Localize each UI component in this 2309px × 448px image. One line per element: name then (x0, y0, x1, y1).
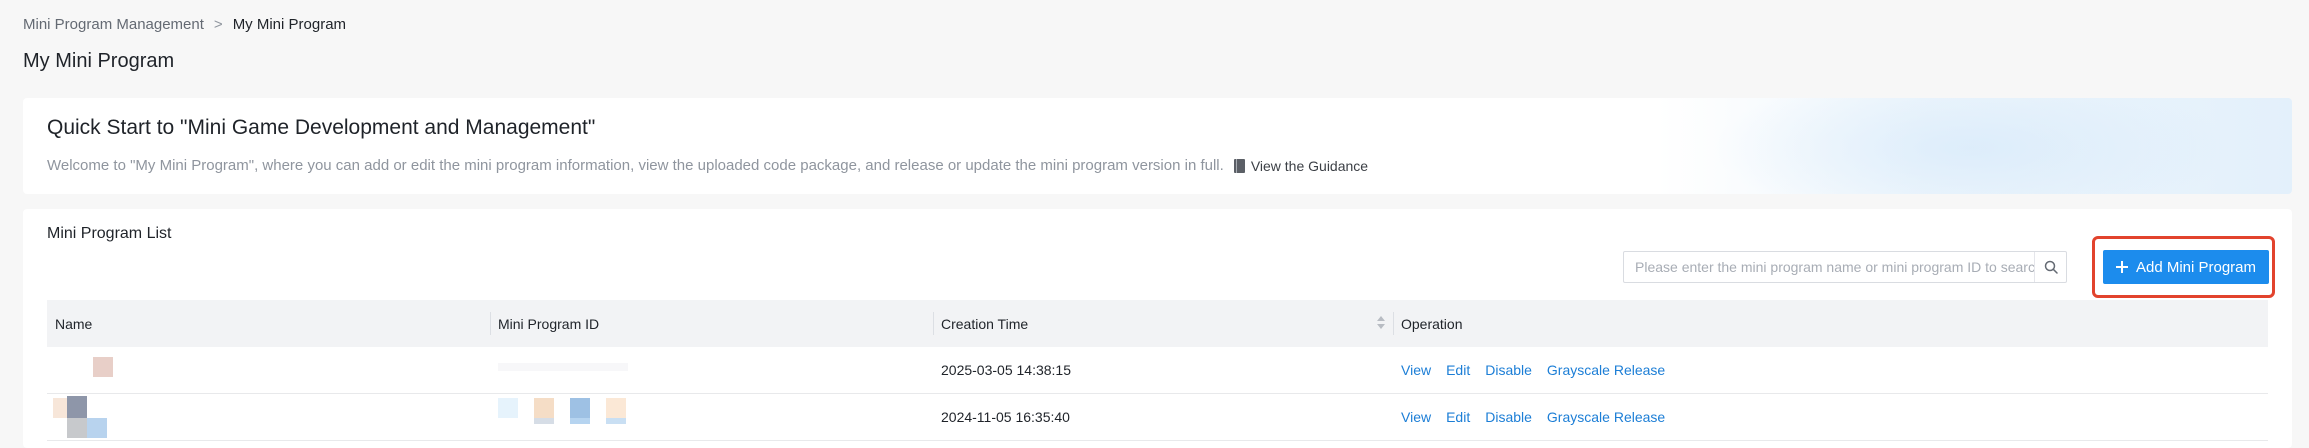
page-title: My Mini Program (23, 50, 175, 72)
plus-icon (2115, 261, 2128, 273)
table-row: 2024-11-05 16:35:40 View Edit Disable Gr… (47, 394, 2268, 441)
breadcrumb-separator: > (213, 15, 223, 33)
redacted-id (570, 418, 590, 424)
grayscale-release-link[interactable]: Grayscale Release (1547, 409, 1665, 425)
breadcrumb-current: My Mini Program (232, 15, 347, 33)
banner-decoration (1712, 98, 2232, 194)
breadcrumb: Mini Program Management > My Mini Progra… (23, 14, 346, 34)
quick-start-title: Quick Start to "Mini Game Development an… (47, 116, 596, 139)
redacted-name (67, 418, 87, 438)
redacted-id (534, 398, 554, 418)
book-icon (1233, 158, 1245, 173)
column-header-id-label: Mini Program ID (498, 315, 600, 332)
sort-icon[interactable] (1377, 316, 1385, 330)
column-header-name-label: Name (55, 315, 93, 332)
column-header-name: Name (47, 300, 490, 347)
column-header-creation-time-label: Creation Time (941, 315, 1029, 332)
redacted-name (53, 398, 67, 418)
grayscale-release-link[interactable]: Grayscale Release (1547, 362, 1665, 378)
list-title: Mini Program List (47, 225, 172, 242)
redacted-name (87, 418, 107, 438)
column-header-creation-time[interactable]: Creation Time (933, 300, 1393, 347)
redacted-id (606, 398, 626, 418)
redacted-id (498, 363, 628, 371)
breadcrumb-parent-link[interactable]: Mini Program Management (23, 16, 204, 33)
redacted-name (67, 396, 87, 418)
row-id-cell (490, 347, 933, 393)
column-header-operation-label: Operation (1401, 315, 1463, 332)
redacted-id (534, 418, 554, 424)
table-row: 2025-03-05 14:38:15 View Edit Disable Gr… (47, 347, 2268, 394)
mini-program-list-card: Mini Program List Add Mini Program Name … (23, 209, 2292, 448)
row-operations: View Edit Disable Grayscale Release (1393, 394, 2268, 440)
mini-program-table: Name Mini Program ID Creation Time Opera… (47, 300, 2268, 441)
redacted-id (570, 398, 590, 418)
view-guidance-link[interactable]: View the Guidance (1251, 158, 1368, 174)
disable-link[interactable]: Disable (1485, 362, 1532, 378)
edit-link[interactable]: Edit (1446, 409, 1470, 425)
creation-time-text: 2025-03-05 14:38:15 (941, 362, 1071, 378)
edit-link[interactable]: Edit (1446, 362, 1470, 378)
redacted-name (93, 357, 113, 377)
search-input[interactable] (1624, 252, 2034, 282)
row-creation-time: 2025-03-05 14:38:15 (933, 347, 1393, 393)
view-link[interactable]: View (1401, 362, 1431, 378)
add-mini-program-button[interactable]: Add Mini Program (2103, 250, 2269, 284)
add-mini-program-label: Add Mini Program (2135, 258, 2257, 276)
column-header-id: Mini Program ID (490, 300, 933, 347)
row-creation-time: 2024-11-05 16:35:40 (933, 394, 1393, 440)
table-header: Name Mini Program ID Creation Time Opera… (47, 300, 2268, 347)
redacted-id (498, 398, 518, 418)
search-icon[interactable] (2034, 252, 2066, 282)
row-name-cell (47, 394, 490, 440)
quick-start-description-text: Welcome to "My Mini Program", where you … (47, 157, 1224, 174)
column-header-operation: Operation (1393, 300, 2268, 347)
search-box (1623, 251, 2067, 283)
view-link[interactable]: View (1401, 409, 1431, 425)
row-name-cell (47, 347, 490, 393)
row-operations: View Edit Disable Grayscale Release (1393, 347, 2268, 393)
quick-start-card: Quick Start to "Mini Game Development an… (23, 98, 2292, 194)
quick-start-description: Welcome to "My Mini Program", where you … (47, 157, 1368, 174)
disable-link[interactable]: Disable (1485, 409, 1532, 425)
row-id-cell (490, 394, 933, 440)
creation-time-text: 2024-11-05 16:35:40 (941, 409, 1070, 425)
redacted-id (606, 418, 626, 424)
